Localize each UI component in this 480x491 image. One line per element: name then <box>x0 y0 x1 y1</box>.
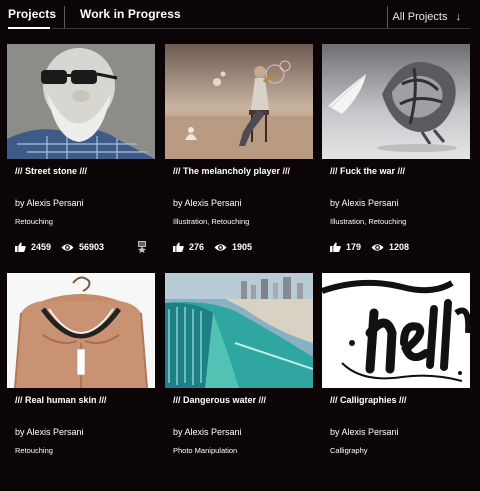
project-fields[interactable]: Illustration, Retouching <box>330 217 406 226</box>
eye-icon <box>371 243 384 252</box>
eye-icon <box>214 243 227 252</box>
tab-work-in-progress[interactable]: Work in Progress <box>80 7 181 21</box>
project-thumbnail[interactable] <box>7 273 155 388</box>
project-author[interactable]: by Alexis Persani <box>330 427 399 437</box>
project-thumbnail[interactable] <box>165 44 313 159</box>
project-stats: 276 1905 <box>173 241 313 253</box>
project-author[interactable]: by Alexis Persani <box>330 198 399 208</box>
ribbon-badge-icon <box>137 240 147 253</box>
arrow-down-icon: ↓ <box>455 11 462 23</box>
project-card-dangerous-water[interactable]: /// Dangerous water /// by Alexis Persan… <box>165 273 313 491</box>
likes-count: 179 <box>346 242 362 252</box>
project-fields[interactable]: Retouching <box>15 217 53 226</box>
project-stats: 179 1208 <box>330 241 470 253</box>
eye-icon <box>61 243 74 252</box>
project-card-real-human-skin[interactable]: /// Real human skin /// by Alexis Persan… <box>7 273 155 491</box>
project-tabs-bar: Projects Work in Progress All Projects ↓ <box>0 0 480 36</box>
likes-count: 276 <box>189 242 205 252</box>
project-author[interactable]: by Alexis Persani <box>173 427 242 437</box>
thumbs-up-icon <box>330 242 341 252</box>
likes-count: 2459 <box>31 242 52 252</box>
views-count: 56903 <box>79 242 105 252</box>
project-thumbnail[interactable] <box>322 44 470 159</box>
all-projects-filter[interactable]: All Projects ↓ <box>387 6 470 28</box>
views-count: 1208 <box>389 242 410 252</box>
project-title[interactable]: /// Real human skin /// <box>15 395 107 405</box>
filter-label: All Projects <box>392 11 448 23</box>
project-fields[interactable]: Calligraphy <box>330 446 368 455</box>
views-count: 1905 <box>232 242 253 252</box>
tab-divider <box>64 6 65 28</box>
project-author[interactable]: by Alexis Persani <box>15 198 84 208</box>
thumbs-up-icon <box>173 242 184 252</box>
project-title[interactable]: /// Fuck the war /// <box>330 166 405 176</box>
project-card-calligraphies[interactable]: /// Calligraphies /// by Alexis Persani … <box>322 273 470 491</box>
project-thumbnail[interactable] <box>322 273 470 388</box>
tab-projects[interactable]: Projects <box>8 7 56 21</box>
project-title[interactable]: /// Dangerous water /// <box>173 395 266 405</box>
project-author[interactable]: by Alexis Persani <box>173 198 242 208</box>
project-author[interactable]: by Alexis Persani <box>15 427 84 437</box>
thumbs-up-icon <box>15 242 26 252</box>
project-card-street-stone[interactable]: /// Street stone /// by Alexis Persani R… <box>7 44 155 262</box>
project-title[interactable]: /// The melancholy player /// <box>173 166 290 176</box>
project-card-fuck-the-war[interactable]: /// Fuck the war /// by Alexis Persani I… <box>322 44 470 262</box>
project-fields[interactable]: Retouching <box>15 446 53 455</box>
project-fields[interactable]: Illustration, Retouching <box>173 217 249 226</box>
active-tab-indicator <box>8 27 50 29</box>
project-thumbnail[interactable] <box>165 273 313 388</box>
project-card-melancholy-player[interactable]: /// The melancholy player /// by Alexis … <box>165 44 313 262</box>
project-thumbnail[interactable] <box>7 44 155 159</box>
project-title[interactable]: /// Street stone /// <box>15 166 87 176</box>
header-divider <box>52 28 470 29</box>
project-fields[interactable]: Photo Manipulation <box>173 446 237 455</box>
project-stats: 2459 56903 <box>15 241 155 253</box>
project-title[interactable]: /// Calligraphies /// <box>330 395 407 405</box>
